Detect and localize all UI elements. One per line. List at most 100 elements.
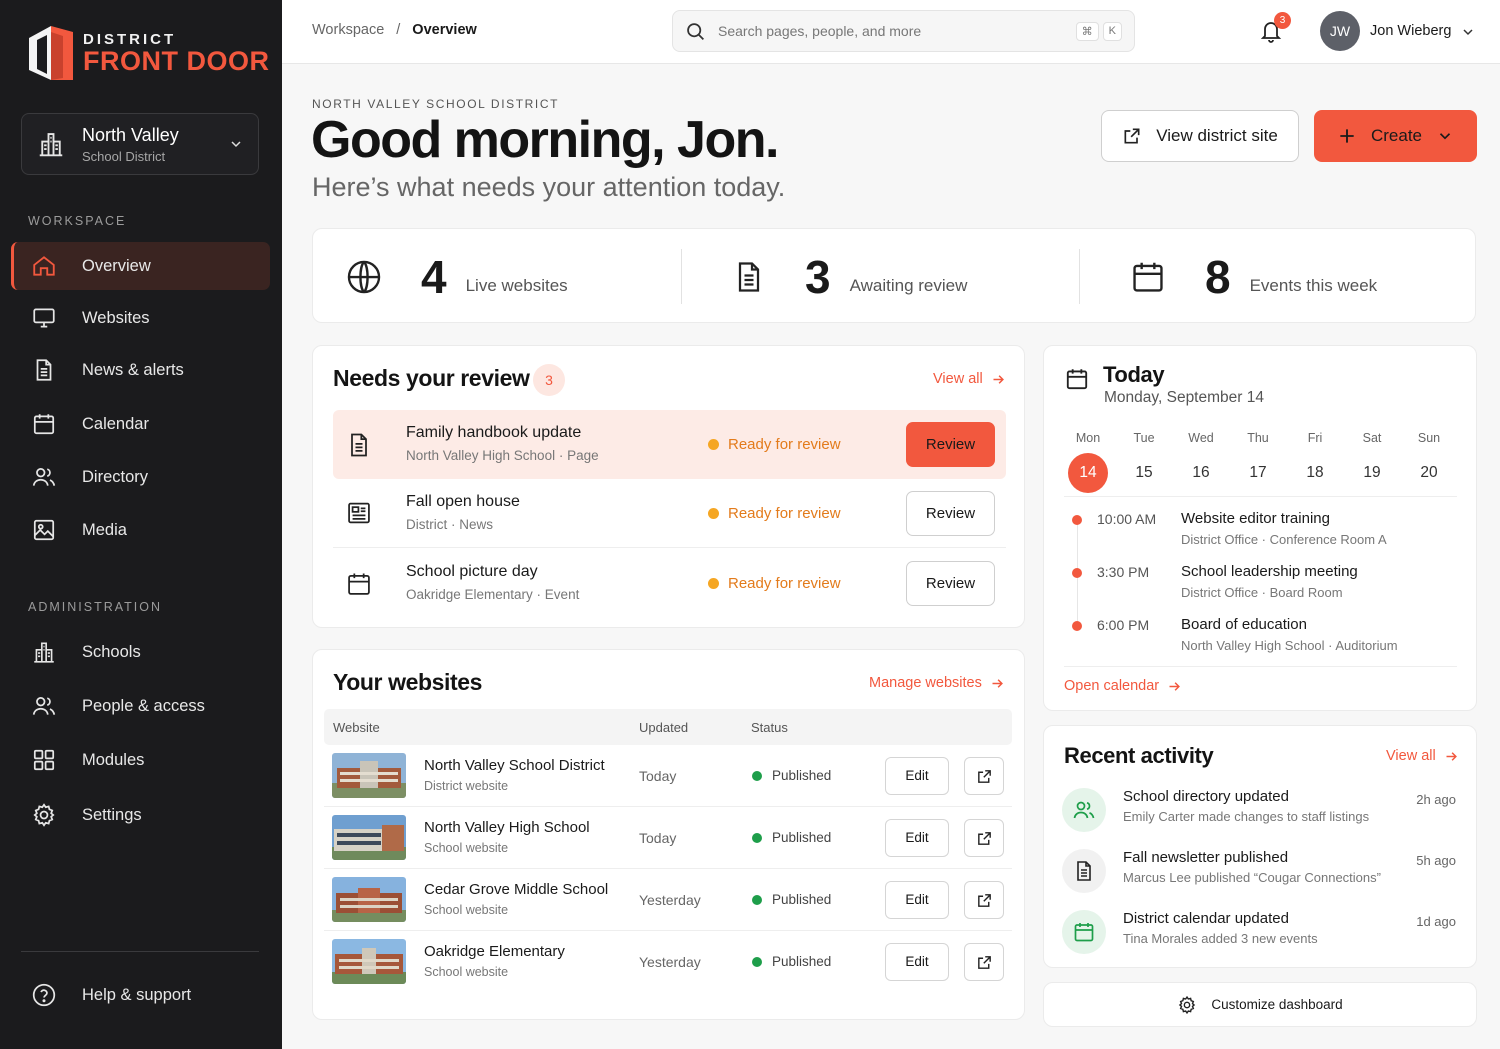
review-item[interactable]: Family handbook update North Valley High… (333, 410, 1006, 479)
stat-divider (681, 249, 682, 304)
manage-websites-link[interactable]: Manage websites (869, 675, 1005, 691)
day-tue[interactable]: Tue 15 (1124, 431, 1164, 493)
breadcrumb-workspace[interactable]: Workspace (312, 22, 384, 38)
globe-icon (347, 260, 381, 293)
review-status: Ready for review (708, 575, 841, 592)
district-selector[interactable]: North Valley School District (21, 113, 259, 175)
stat-label: Awaiting review (849, 275, 968, 295)
brand-logo[interactable]: DISTRICT FRONT DOOR (27, 24, 270, 82)
day-wed[interactable]: Wed 16 (1181, 431, 1221, 493)
edit-button[interactable]: Edit (885, 819, 949, 857)
open-site-button[interactable] (964, 881, 1004, 919)
activity-title-text: District calendar updated (1123, 910, 1289, 927)
status-dot (708, 439, 719, 450)
document-icon (36, 359, 52, 381)
website-name[interactable]: Oakridge Elementary (424, 943, 565, 960)
day-fri[interactable]: Fri 18 (1295, 431, 1335, 493)
stat-awaiting-review[interactable]: 3 Awaiting review (731, 229, 967, 324)
review-count-badge: 3 (533, 364, 565, 396)
sidebar-item-calendar[interactable]: Calendar (11, 400, 270, 448)
website-name[interactable]: Cedar Grove Middle School (424, 881, 608, 898)
chevron-down-icon[interactable] (1460, 24, 1476, 40)
review-view-all-link[interactable]: View all (933, 371, 1006, 387)
review-button[interactable]: Review (906, 561, 995, 606)
sidebar-item-label: People & access (82, 696, 205, 715)
calendar-icon (33, 414, 55, 435)
day-name: Tue (1133, 431, 1155, 445)
table-row[interactable]: Cedar Grove Middle School School website… (324, 869, 1012, 931)
event-location: North Valley High School · Auditorium (1181, 638, 1398, 653)
user-name[interactable]: Jon Wieberg (1370, 23, 1451, 39)
stat-events-this-week[interactable]: 8 Events this week (1129, 229, 1377, 324)
arrow-right-icon (1169, 681, 1181, 691)
open-site-button[interactable] (964, 757, 1004, 795)
people-icon (32, 468, 56, 486)
day-mon[interactable]: Mon 14 (1068, 431, 1108, 493)
open-site-button[interactable] (964, 943, 1004, 981)
calendar-event[interactable]: 10:00 AM Website editor training Distric… (1064, 508, 1459, 561)
view-all-label: View all (1386, 748, 1436, 764)
breadcrumb-current: Overview (412, 22, 477, 38)
day-thu[interactable]: Thu 17 (1238, 431, 1278, 493)
table-row[interactable]: North Valley School District District we… (324, 745, 1012, 807)
sidebar-item-overview[interactable]: Overview (11, 242, 270, 290)
edit-button[interactable]: Edit (885, 757, 949, 795)
website-name[interactable]: North Valley High School (424, 819, 590, 836)
sidebar: DISTRICT FRONT DOOR North Valley School … (0, 0, 282, 1049)
view-district-site-button[interactable]: View district site (1101, 110, 1299, 162)
table-row[interactable]: Oakridge Elementary School website Yeste… (324, 931, 1012, 993)
newspaper-icon (348, 502, 370, 524)
stat-live-websites[interactable]: 4 Live websites (345, 229, 568, 324)
activity-view-all-link[interactable]: View all (1386, 748, 1459, 764)
day-sun[interactable]: Sun 20 (1409, 431, 1449, 493)
sidebar-item-label: Modules (82, 750, 145, 769)
review-button[interactable]: Review (906, 491, 995, 536)
review-item[interactable]: Fall open house District · News Ready fo… (333, 479, 1006, 548)
stat-divider (1079, 249, 1080, 304)
view-all-label: View all (933, 371, 983, 387)
search-input[interactable]: Search pages, people, and more ⌘ K (672, 10, 1135, 52)
event-time: 3:30 PM (1097, 564, 1150, 580)
sidebar-item-websites[interactable]: Websites (11, 294, 270, 342)
avatar[interactable]: JW (1320, 11, 1360, 51)
review-item[interactable]: School picture day Oakridge Elementary ·… (333, 549, 1006, 618)
table-row[interactable]: North Valley High School School website … (324, 807, 1012, 869)
sidebar-item-media[interactable]: Media (11, 506, 270, 554)
sidebar-item-settings[interactable]: Settings (11, 791, 270, 839)
review-button[interactable]: Review (906, 422, 995, 467)
create-button[interactable]: Create (1314, 110, 1477, 162)
sidebar-item-label: News & alerts (82, 360, 184, 379)
day-sat[interactable]: Sat 19 (1352, 431, 1392, 493)
calendar-event[interactable]: 3:30 PM School leadership meeting Distri… (1064, 561, 1459, 614)
open-calendar-link[interactable]: Open calendar (1064, 678, 1182, 694)
website-status: Published (752, 768, 831, 783)
sidebar-item-modules[interactable]: Modules (11, 736, 270, 784)
review-item-title: School picture day (406, 563, 538, 580)
day-number: 14 (1068, 453, 1108, 493)
sidebar-item-people-access[interactable]: People & access (11, 682, 270, 730)
open-site-button[interactable] (964, 819, 1004, 857)
edit-button[interactable]: Edit (885, 881, 949, 919)
page-title: Good morning, Jon. (311, 111, 779, 169)
sidebar-item-news-alerts[interactable]: News & alerts (11, 346, 270, 394)
review-item-sub: North Valley High School · Page (406, 448, 599, 463)
sidebar-item-help[interactable]: Help & support (11, 971, 270, 1019)
view-district-site-label: View district site (1156, 126, 1278, 145)
activity-icon-wrap (1062, 849, 1106, 893)
event-dot (1072, 568, 1082, 578)
day-number: 15 (1135, 464, 1153, 481)
sidebar-item-directory[interactable]: Directory (11, 453, 270, 501)
customize-dashboard-button[interactable]: Customize dashboard (1043, 982, 1477, 1027)
today-date: Monday, September 14 (1104, 389, 1264, 406)
website-type: School website (424, 965, 509, 979)
activity-item[interactable]: School directory updated Emily Carter ma… (1062, 786, 1458, 846)
calendar-event[interactable]: 6:00 PM Board of education North Valley … (1064, 614, 1459, 667)
topbar: Workspace / Overview Search pages, peopl… (282, 0, 1500, 64)
activity-item[interactable]: District calendar updated Tina Morales a… (1062, 908, 1458, 968)
activity-item[interactable]: Fall newsletter published Marcus Lee pub… (1062, 847, 1458, 907)
website-name[interactable]: North Valley School District (424, 757, 605, 774)
review-status-label: Ready for review (728, 505, 841, 522)
sidebar-item-schools[interactable]: Schools (11, 628, 270, 676)
edit-button[interactable]: Edit (885, 943, 949, 981)
door-logo-icon (29, 26, 73, 80)
